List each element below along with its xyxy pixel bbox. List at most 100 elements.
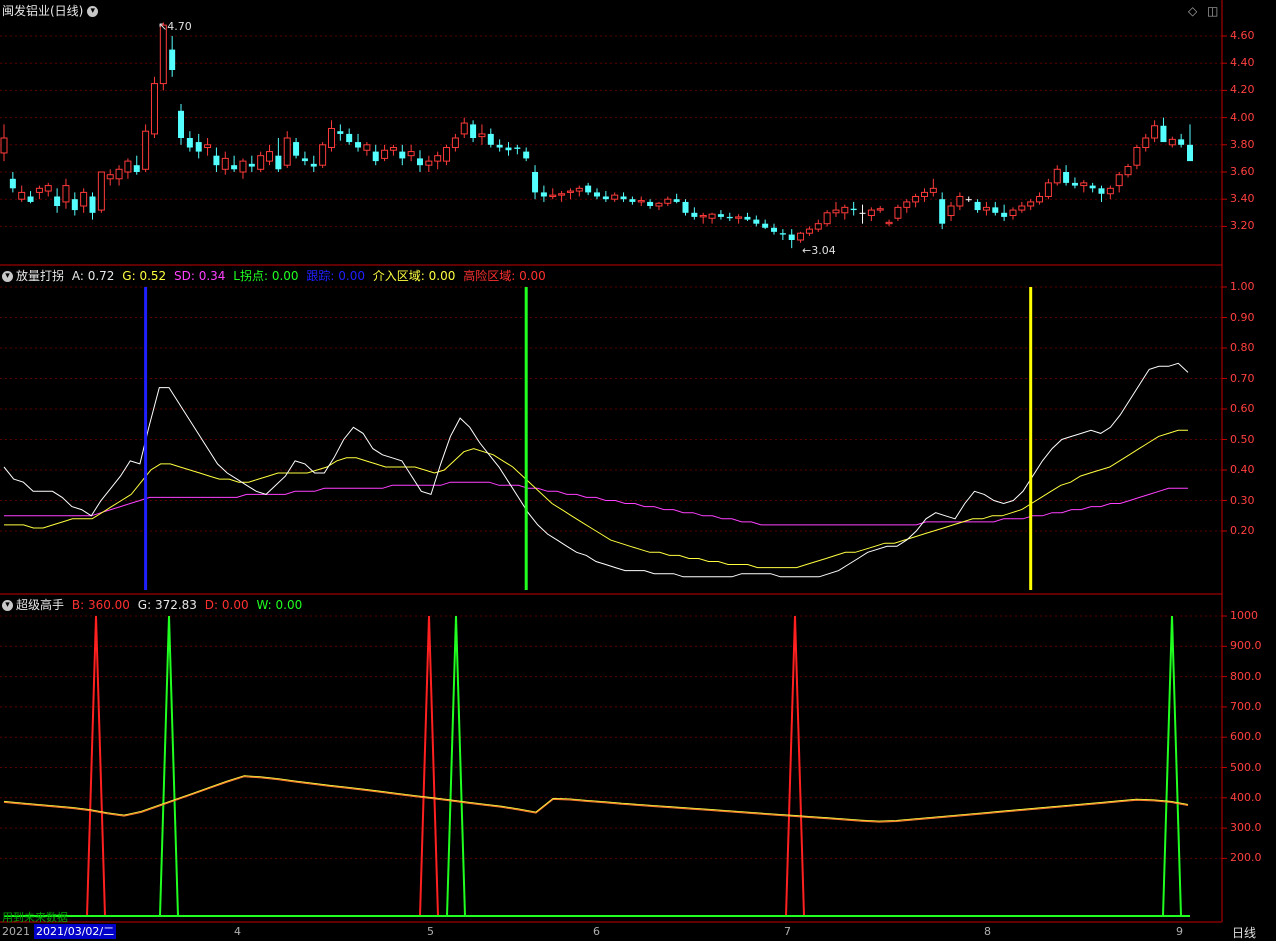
- candle-body: [363, 144, 371, 151]
- super-name: 超级高手: [16, 598, 65, 612]
- candle-body: [1151, 125, 1159, 139]
- signal-peak: [419, 615, 439, 916]
- candle-body: [682, 201, 689, 213]
- candle-body: [169, 49, 176, 70]
- candle-body: [27, 196, 34, 202]
- chevron-down-icon[interactable]: ▾: [2, 600, 13, 611]
- candle-body: [885, 221, 893, 225]
- chart-canvas[interactable]: [0, 0, 1276, 941]
- w-label: W:: [256, 598, 272, 612]
- window-toggle-icon[interactable]: ◫: [1207, 4, 1218, 18]
- y-tick-label: 3.40: [1230, 192, 1255, 206]
- y-tick-label: 0.70: [1230, 371, 1255, 385]
- candle-body: [346, 133, 353, 143]
- candle-body: [912, 195, 920, 203]
- candle-body: [106, 174, 114, 180]
- y-tick-label: 0.60: [1230, 402, 1255, 415]
- candle-body: [434, 155, 442, 162]
- diamond-icon[interactable]: ◇: [1188, 4, 1197, 18]
- candle-body: [496, 144, 503, 148]
- candle-body: [602, 196, 609, 200]
- candle-body: [89, 196, 96, 213]
- main-panel-title: 闽发铝业(日线) ▾: [2, 2, 101, 20]
- candle-body: [575, 187, 583, 192]
- candle-body: [142, 130, 150, 170]
- candle-body: [867, 209, 875, 217]
- candle-body: [779, 233, 786, 235]
- candle-body: [532, 172, 539, 193]
- candle-body: [54, 196, 61, 206]
- candle-body: [18, 191, 26, 200]
- super-panel-title: ▾ 超级高手 B: 360.00 G: 372.83 D: 0.00 W: 0.0…: [2, 596, 302, 614]
- candle-body: [982, 206, 990, 211]
- period-label[interactable]: 日线: [1232, 924, 1256, 941]
- candle-body: [487, 133, 494, 145]
- candle-body: [337, 131, 344, 134]
- candle-body: [1027, 201, 1035, 207]
- month-label: 7: [784, 925, 791, 938]
- candle-body: [470, 124, 477, 138]
- candle-body: [1098, 188, 1105, 194]
- candle-body: [399, 151, 406, 159]
- y-tick-label: 200.0: [1230, 851, 1262, 865]
- g-value: 0.52: [139, 269, 167, 283]
- y-tick-label: 0.40: [1230, 463, 1255, 476]
- chevron-down-icon[interactable]: ▾: [87, 6, 99, 17]
- candle-body: [523, 151, 530, 159]
- candle-body: [664, 198, 672, 204]
- l-value: 0.00: [271, 269, 299, 283]
- candle-body: [540, 192, 547, 197]
- candle-body: [159, 24, 167, 85]
- year-label: 2021: [2, 925, 30, 938]
- candle-body: [514, 147, 521, 149]
- candle-body: [239, 160, 247, 173]
- entry-label: 介入区域:: [372, 269, 425, 283]
- candle-body: [841, 206, 849, 214]
- candle-body: [9, 178, 16, 189]
- y-tick-label: 4.20: [1230, 83, 1255, 97]
- candle-body: [629, 199, 636, 202]
- candle-body: [44, 185, 52, 192]
- y-tick-label: 1.00: [1230, 280, 1255, 293]
- candle-body: [655, 202, 663, 207]
- y-tick-label: 0.20: [1230, 524, 1255, 537]
- y-tick-label: 3.60: [1230, 165, 1255, 178]
- candle-body: [1133, 147, 1141, 166]
- low-marker: ←3.04: [802, 244, 836, 257]
- d-label: D:: [204, 598, 219, 612]
- w-value: 0.00: [275, 598, 303, 612]
- y-tick-label: 400.0: [1230, 790, 1262, 804]
- candle-body: [1160, 125, 1167, 143]
- a-label: A:: [71, 269, 84, 283]
- y-tick-label: 900.0: [1230, 639, 1262, 653]
- y-tick-label: 3.80: [1230, 137, 1255, 151]
- cursor-date: 2021/03/02/二: [34, 924, 117, 939]
- candle-body: [115, 168, 123, 180]
- b-label: B:: [71, 598, 85, 612]
- candle-body: [381, 149, 389, 159]
- y-tick-label: 0.80: [1230, 341, 1255, 354]
- candle-body: [425, 160, 433, 166]
- signal-peak: [159, 615, 179, 916]
- a-value: 0.72: [87, 269, 115, 283]
- track-label: 跟踪:: [306, 269, 335, 283]
- candle-body: [1071, 182, 1078, 186]
- month-label: 9: [1176, 925, 1183, 938]
- candle-body: [451, 137, 459, 149]
- chevron-down-icon[interactable]: ▾: [2, 271, 13, 282]
- y-tick-label: 600.0: [1230, 730, 1262, 744]
- candle-body: [213, 155, 220, 166]
- candle-body: [903, 201, 911, 208]
- sd-value: 0.34: [198, 269, 226, 283]
- y-tick-label: 4.00: [1230, 110, 1255, 124]
- candle-body: [699, 215, 707, 218]
- candle-body: [744, 216, 751, 220]
- sd-line: [4, 481, 1188, 526]
- indicator-lines: [3, 287, 1189, 590]
- candle-body: [939, 199, 946, 224]
- month-label: 8: [984, 925, 991, 938]
- candle-body: [647, 201, 654, 206]
- y-tick-label: 4.60: [1230, 29, 1255, 42]
- candle-body: [71, 199, 78, 211]
- date-axis: 2021 4 5 6 7 8 9: [0, 923, 1222, 941]
